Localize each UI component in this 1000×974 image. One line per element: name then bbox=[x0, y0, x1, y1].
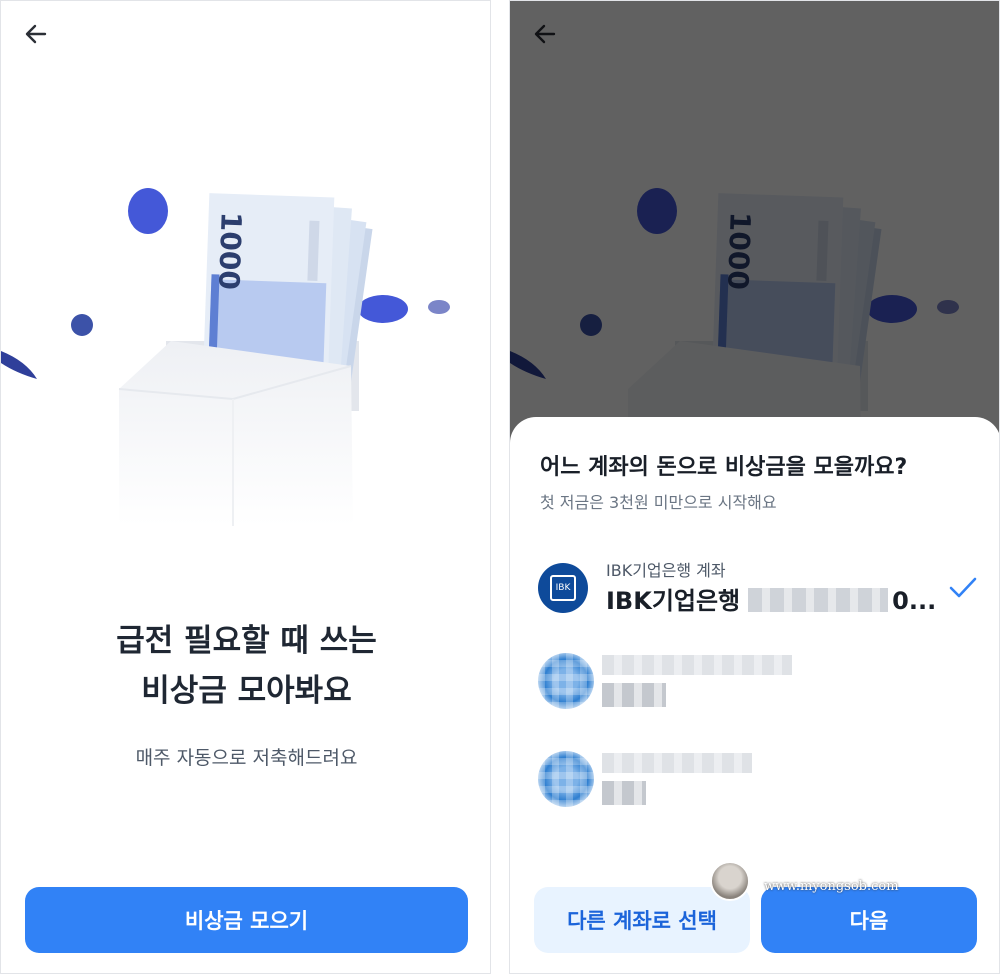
watermark: www.myongsob.com bbox=[710, 857, 910, 907]
intro-screen: 1000 급전 필요할 때 쓰는 비상금 모아봐요 매주 자동으로 저축해드려요… bbox=[0, 0, 491, 974]
save-emergency-fund-button[interactable]: 비상금 모으기 bbox=[25, 887, 468, 953]
envelope-money-illustration: 1000 bbox=[1, 188, 450, 526]
coin-icon bbox=[71, 314, 93, 336]
bank-logo-icon bbox=[538, 653, 594, 709]
masked-account-name bbox=[602, 683, 666, 707]
coin-icon bbox=[428, 300, 450, 314]
sheet-title: 어느 계좌의 돈으로 비상금을 모을까요? bbox=[540, 455, 908, 480]
banknote-denomination: 1000 bbox=[212, 211, 248, 290]
account-option[interactable] bbox=[538, 653, 978, 723]
masked-account-label bbox=[602, 655, 792, 675]
account-number-suffix: 0... bbox=[892, 587, 937, 615]
watermark-text: www.myongsob.com bbox=[764, 879, 899, 894]
account-select-screen: 1000 어느 계좌의 돈으로 비상금을 모을까요? 첫 저금은 3천원 미만으… bbox=[509, 0, 1000, 974]
ibk-bank-logo-icon: IBK bbox=[538, 563, 588, 613]
checkmark-icon bbox=[949, 577, 977, 598]
coin-icon bbox=[1, 351, 37, 379]
masked-account-number bbox=[748, 588, 889, 612]
coin-icon bbox=[128, 188, 168, 234]
masked-account-label bbox=[602, 753, 752, 773]
account-label: IBK기업은행 계좌 bbox=[606, 561, 726, 580]
coin-icon bbox=[358, 295, 408, 323]
sheet-subtitle: 첫 저금은 3천원 미만으로 시작해요 bbox=[540, 493, 777, 512]
account-name: IBK기업은행 0... bbox=[606, 581, 936, 616]
back-arrow-icon[interactable] bbox=[21, 19, 51, 49]
masked-account-name bbox=[602, 781, 646, 805]
subtext: 매주 자동으로 저축해드려요 bbox=[135, 747, 358, 769]
account-option[interactable] bbox=[538, 751, 978, 821]
watermark-avatar bbox=[710, 861, 750, 901]
headline-line1: 급전 필요할 때 쓰는 bbox=[116, 623, 377, 659]
headline-line2: 비상금 모아봐요 bbox=[141, 673, 352, 709]
account-option-selected[interactable]: IBK IBK기업은행 계좌 IBK기업은행 0... bbox=[538, 557, 978, 627]
bank-name: IBK기업은행 bbox=[606, 587, 741, 615]
bank-logo-icon bbox=[538, 751, 594, 807]
